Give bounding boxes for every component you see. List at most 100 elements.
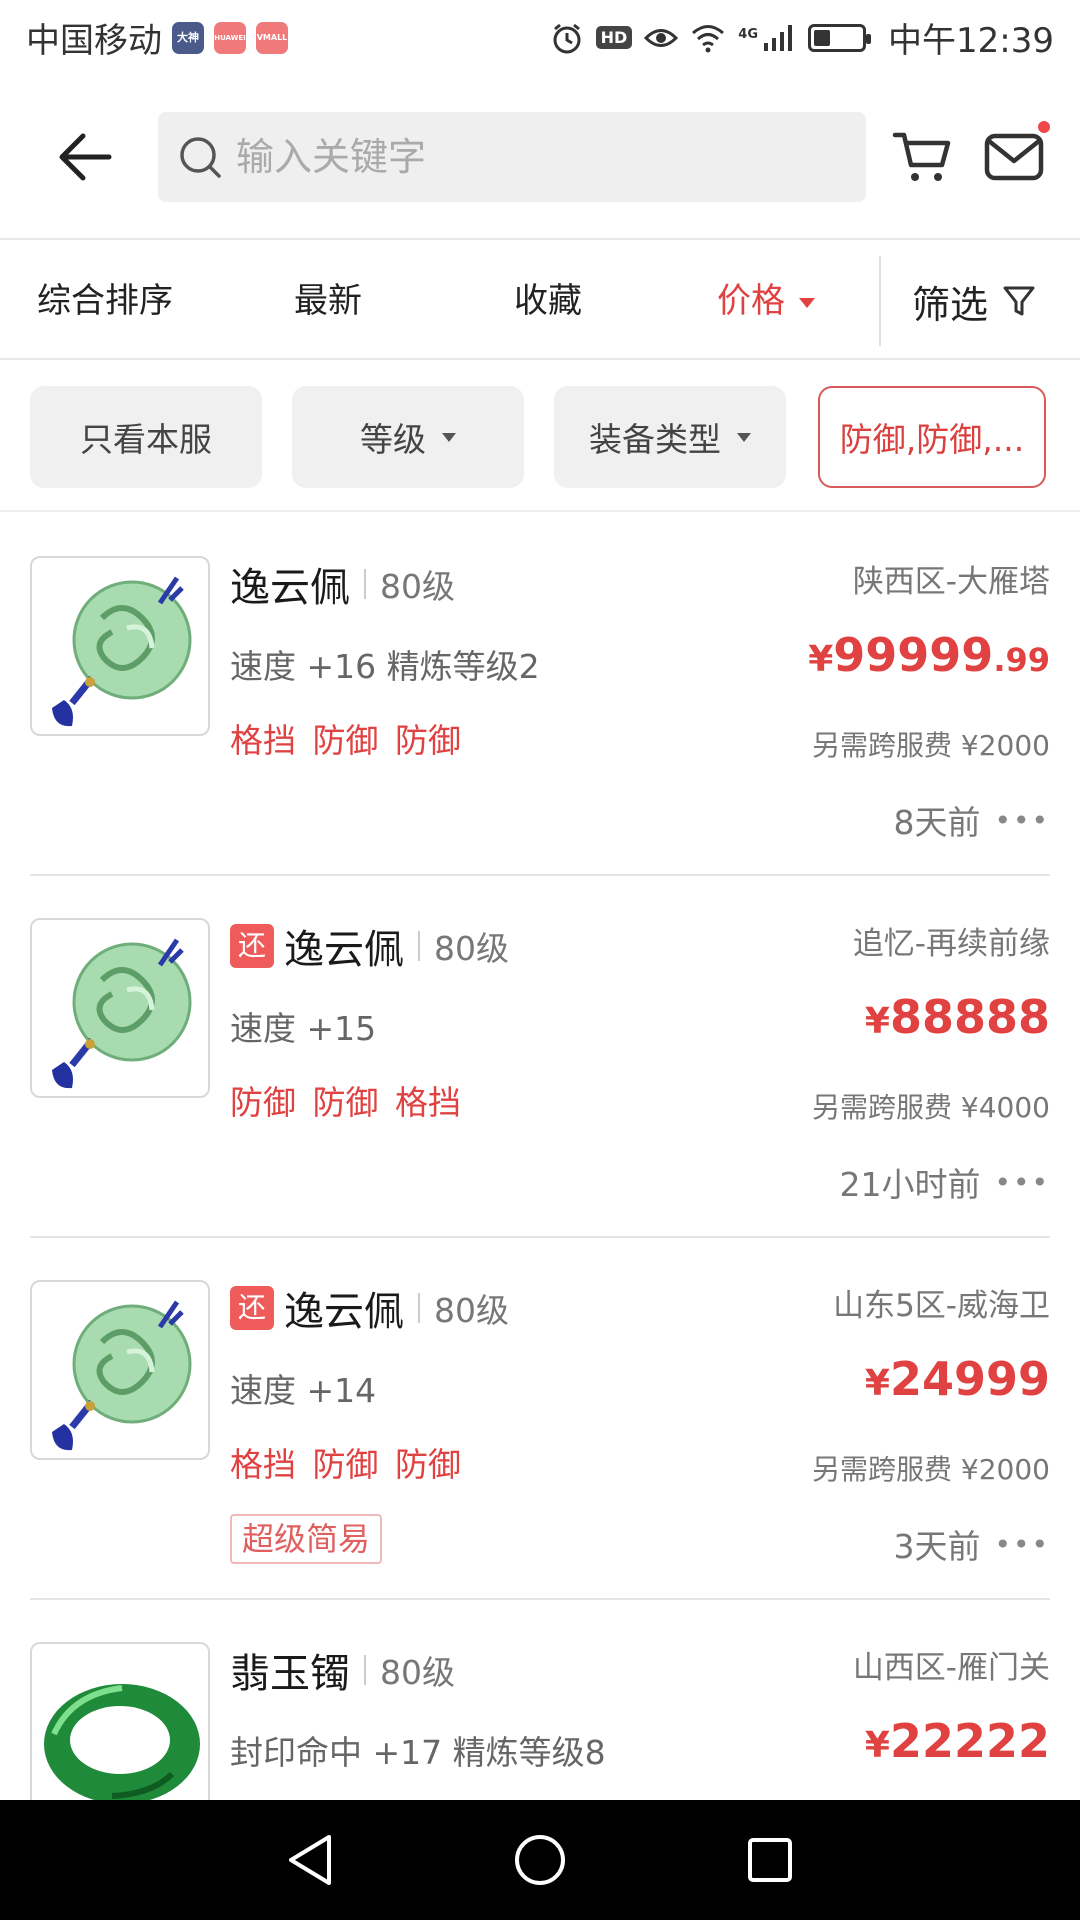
sort-price[interactable]: 价格 [717, 242, 815, 360]
sort-bar: 综合排序 最新 收藏 价格 筛选 [0, 242, 1080, 360]
item-attribute-tags: 防御 防御 格挡 [230, 1083, 461, 1122]
item-time: 8天前 ••• [893, 796, 1050, 844]
list-item[interactable]: 逸云佩 80级 速度 +16 精炼等级2 格挡 防御 防御 陕西区-大雁塔 ¥9… [30, 514, 1050, 876]
price-integer: 99999 [833, 628, 994, 682]
filter-button[interactable]: 筛选 [912, 242, 1036, 360]
battery-icon [808, 23, 872, 52]
back-button[interactable] [30, 107, 140, 207]
messages-button[interactable] [974, 117, 1054, 197]
jade-pendant-image [30, 918, 210, 1098]
caret-down-icon [737, 432, 751, 442]
chip-only-this-server[interactable]: 只看本服 [30, 386, 262, 488]
nav-back-button[interactable] [270, 1820, 350, 1900]
filter-label: 筛选 [912, 282, 989, 327]
item-time: 21小时前 ••• [839, 1158, 1050, 1206]
item-server: 陕西区-大雁塔 [852, 564, 1050, 600]
currency-symbol: ¥ [864, 1363, 890, 1404]
cart-icon [892, 132, 951, 181]
item-title: 还 逸云佩 80级 [230, 916, 509, 976]
nav-recents-button[interactable] [730, 1820, 810, 1900]
status-bar: 中国移动 大神 HUAWEI VMALL HD 4G 中午12:39 [0, 0, 1080, 75]
sort-newest[interactable]: 最新 [294, 242, 362, 360]
item-server: 追忆-再续前缘 [852, 926, 1050, 962]
chip-label: 装备类型 [589, 420, 721, 459]
battery-fill [814, 29, 830, 46]
hd-icon: HD [595, 26, 633, 49]
item-price: ¥22222 [865, 1714, 1050, 1768]
square-recents-icon [748, 1838, 792, 1882]
price-decimal: .99 [993, 641, 1050, 679]
item-cross-server-fee: 另需跨服费 ¥2000 [812, 1453, 1050, 1486]
alarm-icon [553, 23, 581, 53]
search-bar[interactable] [158, 111, 866, 202]
signal-icon [764, 24, 793, 51]
item-title: 翡玉镯 80级 [230, 1640, 455, 1700]
item-server: 山东5区-威海卫 [833, 1288, 1050, 1324]
return-badge: 还 [230, 924, 274, 968]
item-level: 80级 [380, 1653, 455, 1692]
item-title: 逸云佩 80级 [230, 554, 455, 614]
wifi-icon [692, 24, 725, 52]
item-name: 逸云佩 [230, 565, 350, 611]
item-price: ¥88888 [865, 990, 1050, 1044]
item-title: 还 逸云佩 80级 [230, 1278, 509, 1338]
sort-favorites[interactable]: 收藏 [514, 242, 582, 360]
item-level: 80级 [434, 929, 509, 968]
item-cross-server-fee: 另需跨服费 ¥4000 [812, 1091, 1050, 1124]
list-item[interactable]: 还 逸云佩 80级 速度 +15 防御 防御 格挡 追忆-再续前缘 ¥88888… [30, 876, 1050, 1238]
item-level: 80级 [434, 1291, 509, 1330]
currency-symbol: ¥ [864, 1725, 890, 1766]
chip-equip-type[interactable]: 装备类型 [554, 386, 786, 488]
carrier-label: 中国移动 [26, 21, 162, 61]
divider [418, 1293, 420, 1323]
chip-label: 等级 [360, 420, 426, 459]
sort-composite[interactable]: 综合排序 [37, 242, 173, 360]
price-integer: 24999 [889, 1352, 1050, 1406]
item-stats: 封印命中 +17 精炼等级8 [230, 1733, 606, 1772]
chip-label: 只看本服 [80, 420, 212, 459]
chip-label: 防御,防御,... [839, 420, 1025, 459]
sort-divider [879, 256, 881, 346]
dashen-app-icon: 大神 [172, 21, 204, 54]
item-name: 逸云佩 [284, 1289, 404, 1335]
item-time-label: 21小时前 [839, 1165, 981, 1204]
nav-home-button[interactable] [500, 1820, 580, 1900]
system-nav-bar [0, 1800, 1080, 1920]
vmall-app-icon: VMALL [256, 21, 288, 54]
item-level: 80级 [380, 567, 455, 606]
item-cross-server-fee: 另需跨服费 ¥2000 [812, 729, 1050, 762]
item-name: 翡玉镯 [230, 1651, 350, 1697]
jade-pendant-image [30, 556, 210, 736]
divider [364, 1655, 366, 1685]
list-item[interactable]: 还 逸云佩 80级 速度 +14 格挡 防御 防御 超级简易 山东5区-威海卫 … [30, 1238, 1050, 1600]
eye-icon [644, 28, 679, 47]
unread-dot [1038, 120, 1050, 133]
network-type-label: 4G [738, 27, 759, 42]
more-icon[interactable]: ••• [994, 804, 1050, 837]
status-right: HD 4G 中午12:39 [550, 13, 1054, 62]
chip-selected-attributes[interactable]: 防御,防御,... [818, 386, 1046, 488]
search-icon [180, 136, 221, 178]
chip-level[interactable]: 等级 [292, 386, 524, 488]
search-input[interactable] [236, 134, 796, 179]
mail-icon [984, 133, 1044, 180]
caret-down-icon [442, 432, 456, 442]
status-left: 中国移动 大神 HUAWEI VMALL [26, 13, 288, 62]
currency-symbol: ¥ [864, 1001, 890, 1042]
jade-bracelet-image [30, 1642, 210, 1822]
cart-button[interactable] [882, 117, 962, 197]
huawei-app-icon: HUAWEI [214, 21, 246, 54]
return-badge: 还 [230, 1286, 274, 1330]
item-time-label: 3天前 [893, 1527, 981, 1566]
currency-symbol: ¥ [808, 639, 834, 680]
item-attribute-tags: 格挡 防御 防御 [230, 721, 461, 760]
item-time-label: 8天前 [893, 803, 981, 842]
item-time: 3天前 ••• [893, 1520, 1050, 1568]
more-icon[interactable]: ••• [994, 1166, 1050, 1199]
more-icon[interactable]: ••• [994, 1528, 1050, 1561]
divider [418, 931, 420, 961]
sort-price-label: 价格 [717, 281, 785, 321]
divider [364, 569, 366, 599]
item-attribute-tags: 格挡 防御 防御 [230, 1445, 461, 1484]
funnel-icon [1003, 286, 1035, 316]
